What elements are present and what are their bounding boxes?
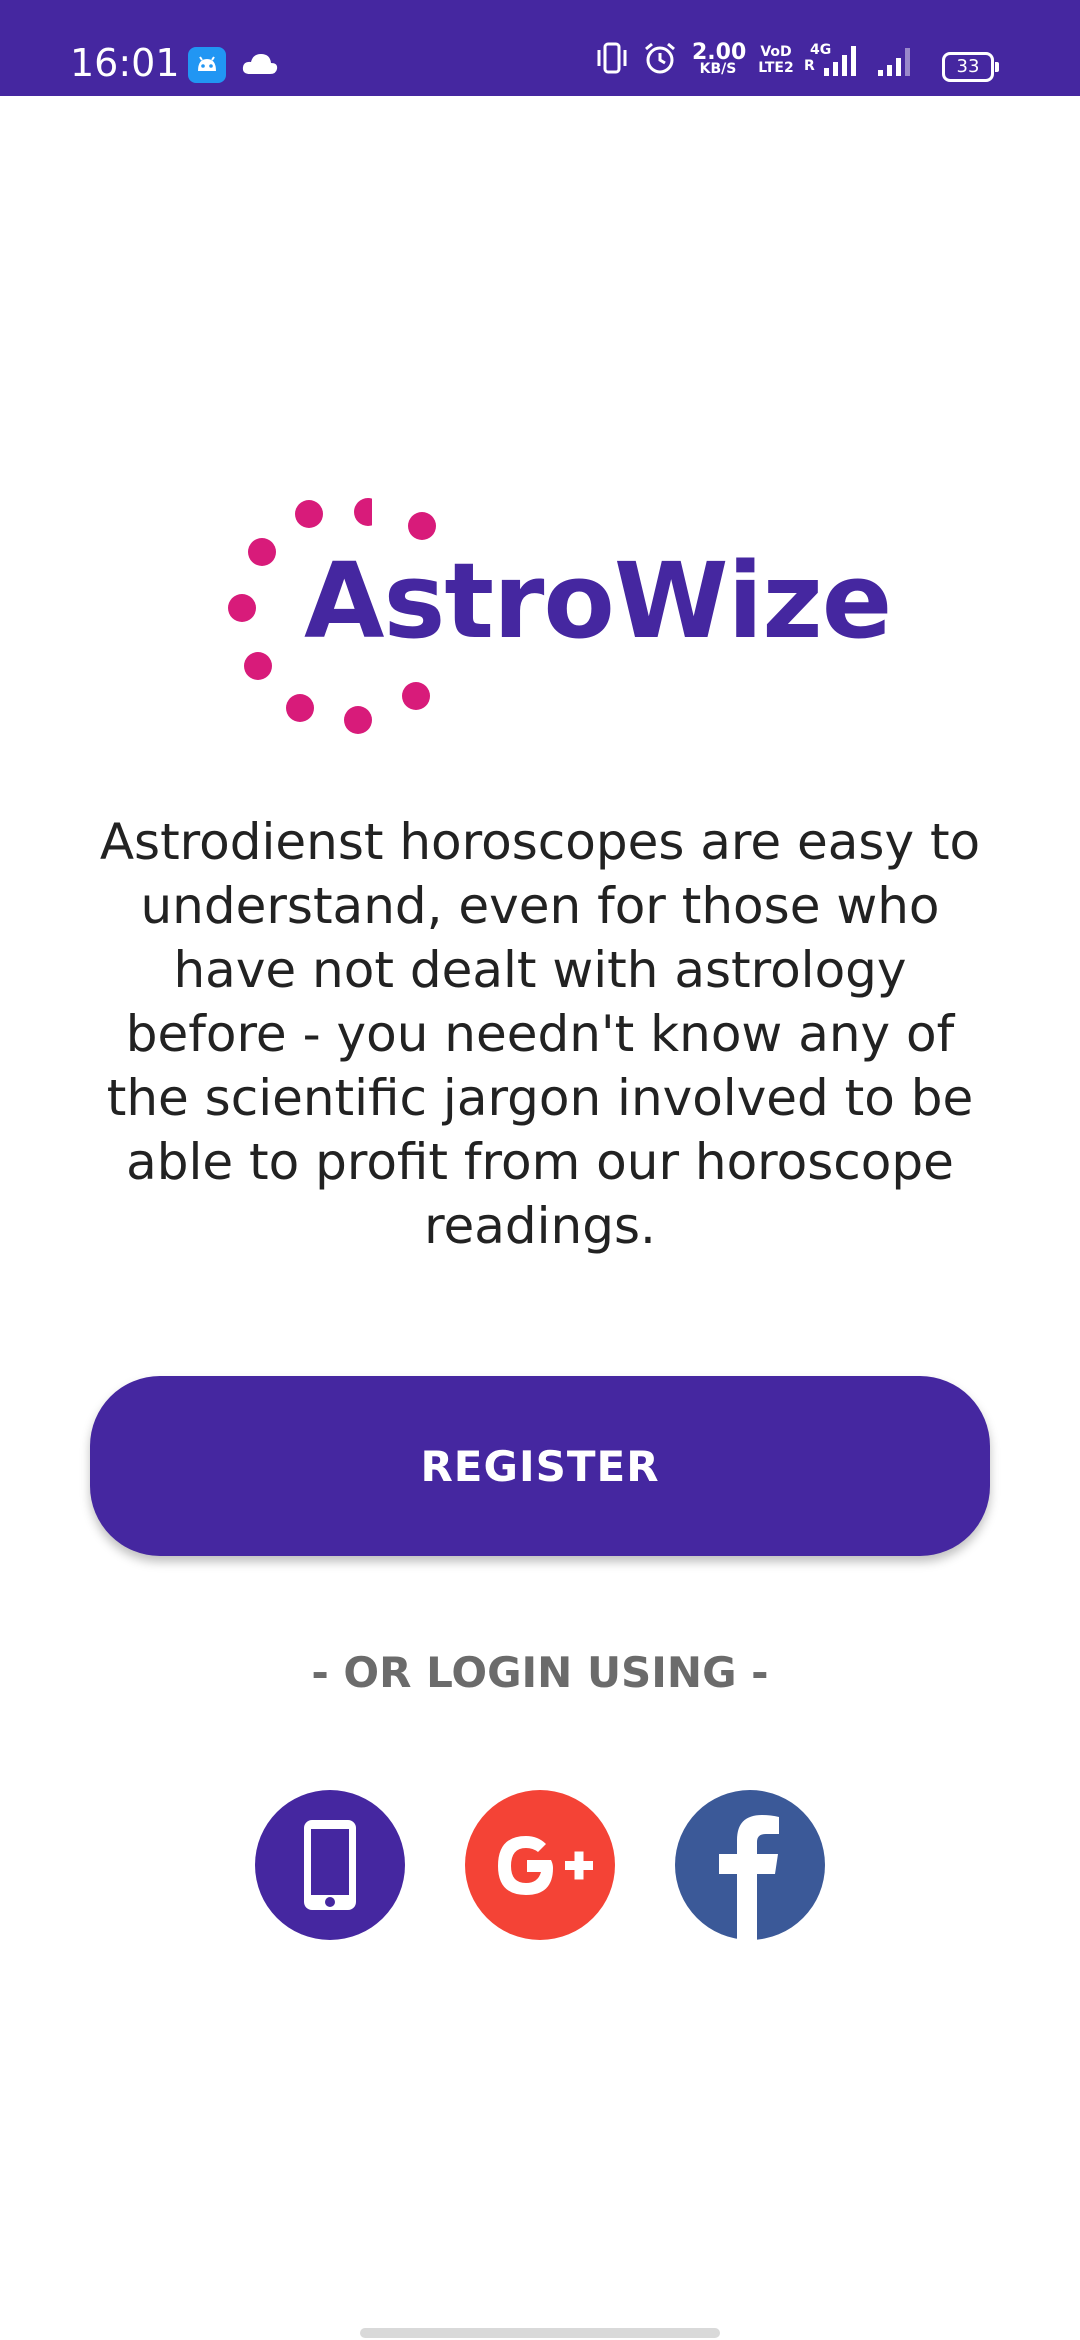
phone-icon bbox=[255, 1790, 405, 1940]
facebook-login-button[interactable] bbox=[675, 1790, 825, 1940]
cloud-icon bbox=[240, 50, 280, 81]
vibrate-icon bbox=[596, 40, 628, 81]
volte-top: VoD bbox=[760, 44, 792, 60]
phone-login-button[interactable] bbox=[255, 1790, 405, 1940]
signal-icon bbox=[874, 42, 918, 83]
battery-level: 33 bbox=[956, 56, 980, 77]
logo-dot-icon bbox=[408, 512, 436, 540]
facebook-icon bbox=[675, 1790, 825, 1940]
register-button[interactable]: REGISTER bbox=[90, 1376, 990, 1556]
network-speed: 2.00 KB/S bbox=[692, 40, 747, 78]
home-indicator[interactable] bbox=[360, 2328, 720, 2338]
logo-dot-icon bbox=[402, 682, 430, 710]
signal-icon bbox=[818, 42, 858, 83]
app-description: Astrodienst horoscopes are easy to under… bbox=[99, 813, 981, 1255]
status-bar: 16:01 2.00 KB/S VoD LTE2 4G R 33 bbox=[0, 0, 1080, 96]
battery-icon: 33 bbox=[942, 52, 999, 82]
google-plus-icon bbox=[465, 1790, 615, 1940]
alarm-icon bbox=[642, 40, 678, 81]
android-icon bbox=[188, 47, 226, 83]
network-speed-unit: KB/S bbox=[699, 61, 737, 77]
volte-indicator: VoD LTE2 bbox=[756, 44, 796, 76]
logo-text: AstroWize bbox=[304, 540, 892, 662]
status-time: 16:01 bbox=[70, 41, 180, 85]
network-speed-value: 2.00 bbox=[692, 40, 747, 65]
google-plus-login-button[interactable] bbox=[465, 1790, 615, 1940]
app-logo: AstroWize bbox=[222, 490, 892, 750]
volte-bottom: LTE2 bbox=[758, 60, 794, 76]
login-divider: - OR LOGIN USING - bbox=[311, 1648, 769, 1697]
